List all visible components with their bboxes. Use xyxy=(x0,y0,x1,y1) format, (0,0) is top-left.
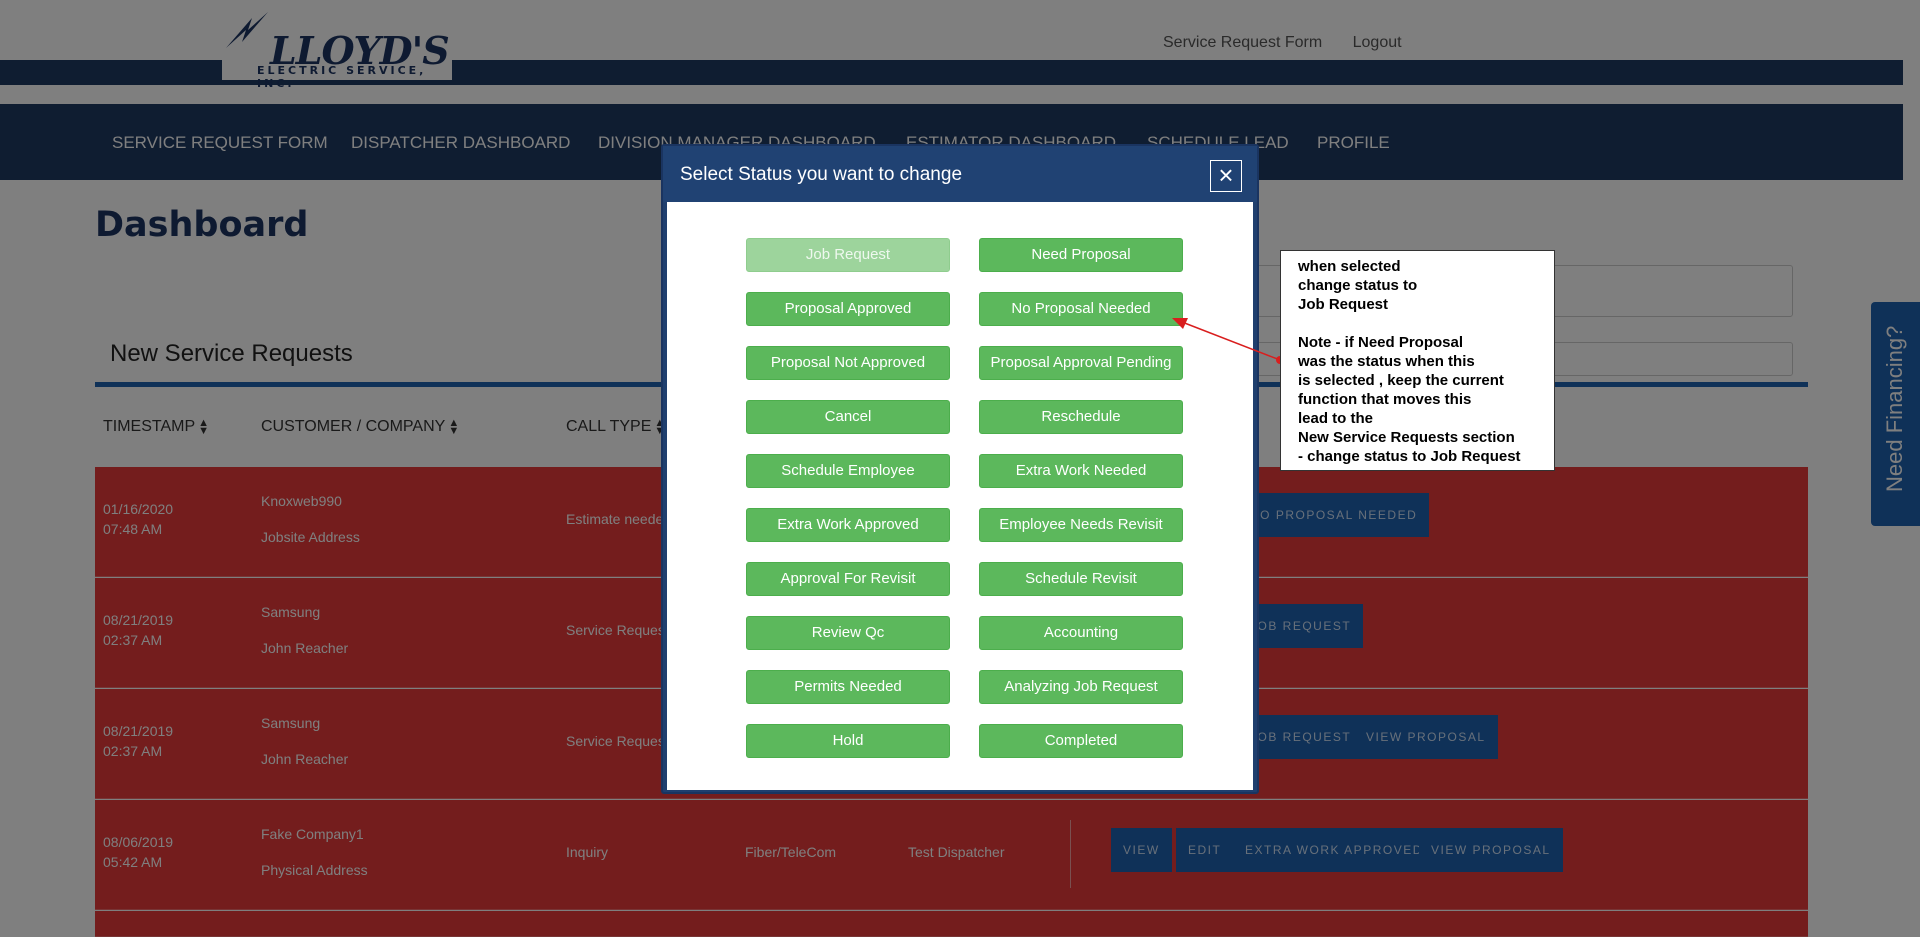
annotation-arrow xyxy=(1172,318,1284,364)
annotation-callout: when selected change status to Job Reque… xyxy=(1280,250,1555,471)
